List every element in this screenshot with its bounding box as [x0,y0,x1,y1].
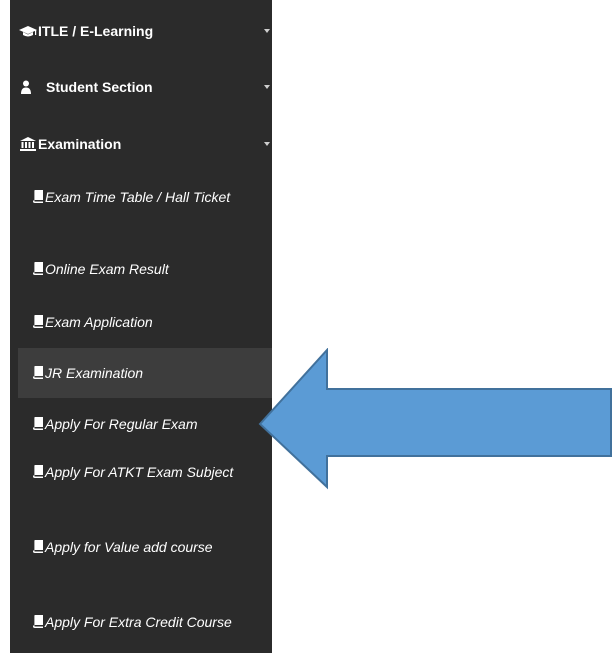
chevron-down-icon [264,85,270,89]
chevron-down-icon [264,142,270,146]
sidebar-subitem-online-exam-result[interactable]: Online Exam Result [18,244,272,296]
sidebar-subitem-exam-application[interactable]: Exam Application [18,296,272,348]
book-icon [33,187,43,203]
sidebar-subitem-apply-atkt-exam[interactable]: Apply For ATKT Exam Subject [18,450,272,522]
book-icon [33,414,43,430]
sidebar-item-examination[interactable]: Examination [10,118,272,170]
sidebar-item-itle-elearning[interactable]: ITLE / E-Learning [10,5,272,57]
sidebar-subitem-label: Online Exam Result [45,261,169,277]
sidebar-subitem-jr-examination[interactable]: JR Examination [18,348,272,398]
institution-icon [19,136,37,152]
sidebar-subitem-apply-value-add[interactable]: Apply for Value add course [18,522,272,596]
graduation-cap-icon [19,23,37,39]
sidebar-item-student-section[interactable]: Student Section [10,61,272,113]
sidebar-subitem-label: Exam Application [45,314,153,330]
sidebar-subitem-label: Apply For Extra Credit Course [45,614,232,630]
sidebar-subitem-apply-regular-exam[interactable]: Apply For Regular Exam [18,398,272,450]
sidebar-subitem-label: Apply For ATKT Exam Subject [45,464,234,480]
sidebar: ITLE / E-Learning Student Section Examin… [10,0,272,653]
chevron-down-icon [264,29,270,33]
book-icon [33,612,43,628]
user-icon [19,79,37,95]
book-icon [33,259,43,275]
sidebar-item-label: Examination [38,136,122,152]
sidebar-subitem-exam-timetable[interactable]: Exam Time Table / Hall Ticket [18,174,272,244]
sidebar-subitem-label: Exam Time Table / Hall Ticket [45,189,231,205]
sidebar-subitem-apply-extra-credit[interactable]: Apply For Extra Credit Course [18,596,272,653]
book-icon [33,537,43,553]
book-icon [33,312,43,328]
sidebar-subitem-label: Apply for Value add course [45,539,213,555]
sidebar-item-label: Student Section [46,79,153,95]
left-arrow-icon [256,347,613,495]
sidebar-subitem-label: JR Examination [45,365,144,381]
sidebar-subitem-label: Apply For Regular Exam [45,416,198,432]
sidebar-item-label: ITLE / E-Learning [38,23,154,39]
book-icon [33,462,43,478]
book-icon [33,363,43,379]
